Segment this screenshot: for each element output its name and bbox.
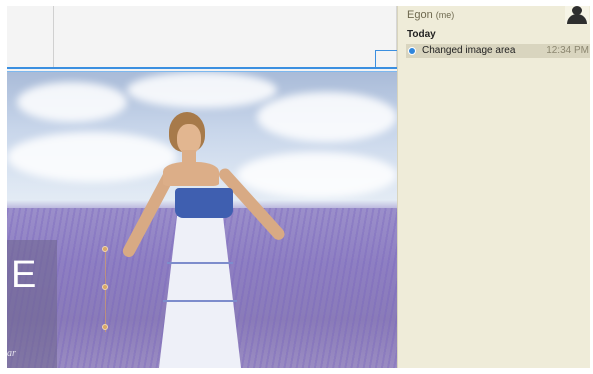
resize-handle[interactable] [102, 284, 108, 290]
cloud [17, 82, 127, 122]
cloud [7, 132, 177, 182]
history-connector [375, 50, 376, 68]
image-area[interactable]: E ar [7, 72, 397, 368]
overlay-letter: E [11, 254, 37, 296]
cloud [237, 152, 397, 198]
history-entry[interactable]: Changed image area 12:34 PM [406, 44, 590, 58]
dress-stripe [163, 300, 237, 302]
app-window: E ar Egon (me) Today Changed image area 1… [7, 6, 590, 368]
resize-guide [105, 248, 106, 332]
history-user-row: Egon (me) [398, 6, 590, 24]
dress-stripe [167, 262, 233, 264]
cloud [257, 92, 397, 142]
avatar-icon[interactable] [565, 6, 589, 24]
history-entry-label: Changed image area [422, 45, 516, 56]
history-sidebar: Egon (me) Today Changed image area 12:34 … [397, 6, 590, 368]
cloud [127, 72, 277, 108]
selection-outline [7, 67, 397, 69]
figure-shoulders [163, 162, 219, 186]
history-dot-icon [408, 47, 416, 55]
canvas-top-area[interactable] [7, 6, 397, 68]
overlay-caption: ar [7, 348, 16, 359]
user-name: Egon (me) [407, 9, 455, 21]
selection-outline-inner [7, 71, 397, 72]
user-tag: (me) [435, 10, 455, 20]
column-divider [53, 6, 54, 68]
text-overlay-panel[interactable]: E ar [7, 240, 57, 368]
history-entry-time: 12:34 PM [546, 45, 589, 56]
resize-handle[interactable] [102, 324, 108, 330]
figure-dress-top [175, 188, 233, 218]
resize-handle[interactable] [102, 246, 108, 252]
history-section-title: Today [407, 29, 436, 40]
